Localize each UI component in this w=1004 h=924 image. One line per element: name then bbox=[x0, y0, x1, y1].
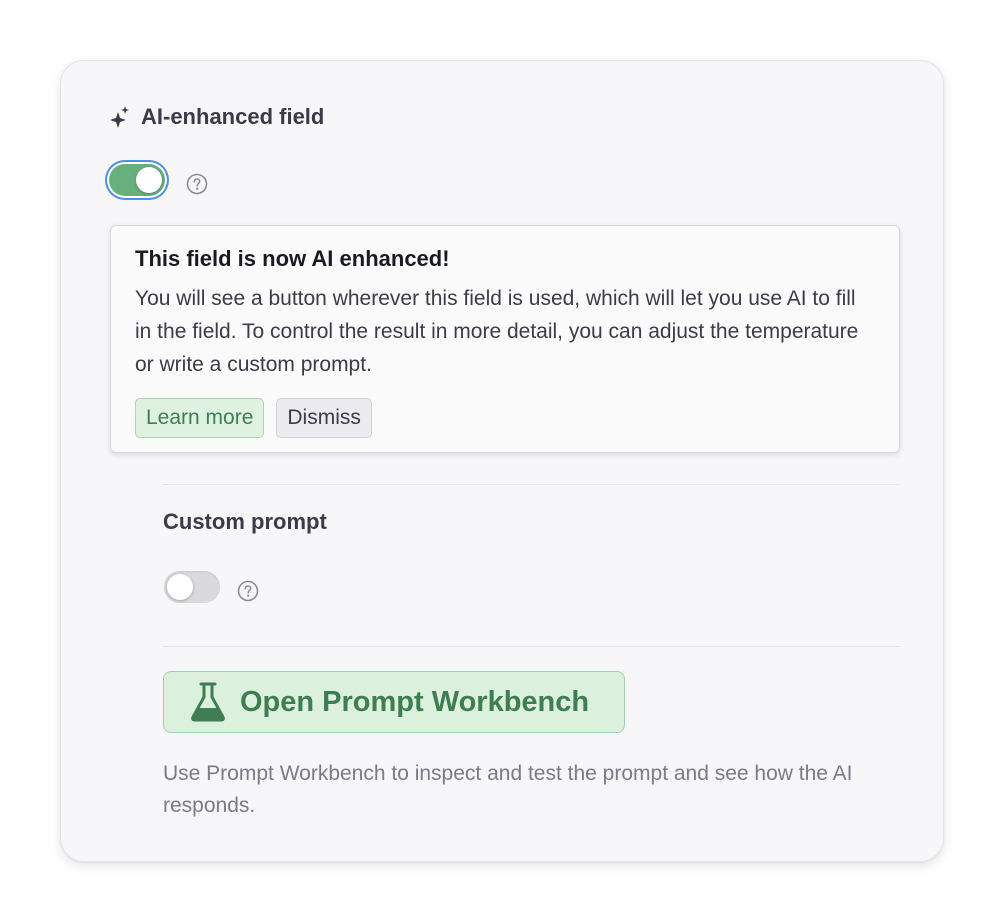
notice-title: This field is now AI enhanced! bbox=[135, 246, 450, 271]
question-circle-icon[interactable] bbox=[186, 173, 208, 195]
dismiss-button[interactable]: Dismiss bbox=[276, 398, 372, 438]
learn-more-button[interactable]: Learn more bbox=[135, 398, 265, 438]
workbench-button-label: Open Prompt Workbench bbox=[240, 685, 590, 718]
question-circle-icon[interactable] bbox=[237, 580, 259, 602]
custom-prompt-title: Custom prompt bbox=[163, 509, 327, 534]
ai-field-header: AI-enhanced field bbox=[109, 101, 324, 133]
workbench-helper-text: Use Prompt Workbench to inspect and test… bbox=[163, 762, 853, 817]
custom-prompt-toggle[interactable] bbox=[164, 571, 220, 603]
notice-body: You will see a button wherever this fiel… bbox=[135, 287, 859, 376]
sparkle-icon bbox=[109, 104, 131, 130]
open-prompt-workbench-button[interactable]: Open Prompt Workbench bbox=[163, 671, 625, 733]
ai-settings-card: AI-enhanced field This field is now AI e… bbox=[60, 60, 944, 862]
toggle-knob bbox=[167, 574, 193, 600]
toggle-knob bbox=[136, 167, 162, 193]
divider bbox=[163, 646, 900, 647]
divider bbox=[163, 484, 900, 485]
ai-enhanced-notice: This field is now AI enhanced! You will … bbox=[110, 225, 900, 453]
notice-actions: Learn more Dismiss bbox=[135, 398, 875, 438]
flask-icon bbox=[190, 682, 226, 722]
ai-field-title: AI-enhanced field bbox=[141, 104, 325, 129]
ai-enhanced-toggle[interactable] bbox=[109, 164, 165, 196]
